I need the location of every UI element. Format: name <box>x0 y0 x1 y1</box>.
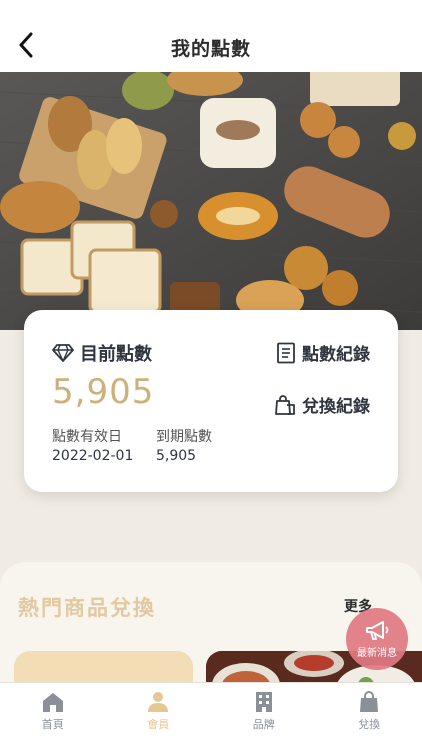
hot-products-title: 熱門商品兌換 <box>18 596 156 620</box>
redeem-history-text: 兌換紀錄 <box>302 397 370 417</box>
expire-points-value: 5,905 <box>156 448 197 464</box>
page-title: 我的點數 <box>170 37 251 60</box>
diamond-icon <box>52 344 74 362</box>
news-button-label: 最新消息 <box>357 648 397 659</box>
current-points-label: 目前點數 <box>52 340 152 366</box>
tab-member-label: 會員 <box>147 718 170 731</box>
points-card: 目前點數 5,905 點數有效日 到期點數 2022-02-01 5,905 點… <box>24 310 398 492</box>
tab-brand-label: 品牌 <box>252 718 275 731</box>
news-button[interactable]: 最新消息 <box>346 608 408 670</box>
expire-points-label: 到期點數 <box>156 429 212 445</box>
tab-bar: 首頁 會員 品牌 兌換 <box>0 682 422 750</box>
points-history-link[interactable]: 點數紀錄 <box>276 340 370 365</box>
tab-brand[interactable]: 品牌 <box>211 683 317 750</box>
building-icon <box>255 692 272 712</box>
bag-icon <box>360 691 379 712</box>
points-history-text: 點數紀錄 <box>302 345 370 365</box>
shopping-bag-icon <box>275 394 295 415</box>
tab-home[interactable]: 首頁 <box>0 683 106 750</box>
current-points-text: 目前點數 <box>80 344 152 365</box>
document-list-icon <box>277 342 295 363</box>
megaphone-icon <box>366 621 389 640</box>
tab-redeem-label: 兌換 <box>358 718 381 731</box>
home-icon <box>42 693 63 712</box>
tab-member[interactable]: 會員 <box>106 683 212 750</box>
tab-redeem[interactable]: 兌換 <box>317 683 422 750</box>
chevron-left-icon <box>19 32 33 58</box>
points-value: 5,905 <box>52 372 155 412</box>
person-icon <box>148 692 169 712</box>
hero-bread-image <box>0 72 422 330</box>
nav-bar: 我的點數 <box>0 0 422 72</box>
valid-date-value: 2022-02-01 <box>52 448 134 464</box>
valid-date-label: 點數有效日 <box>52 429 122 445</box>
redeem-history-link[interactable]: 兌換紀錄 <box>274 392 370 417</box>
tab-home-label: 首頁 <box>41 718 64 731</box>
back-button[interactable] <box>14 30 38 60</box>
